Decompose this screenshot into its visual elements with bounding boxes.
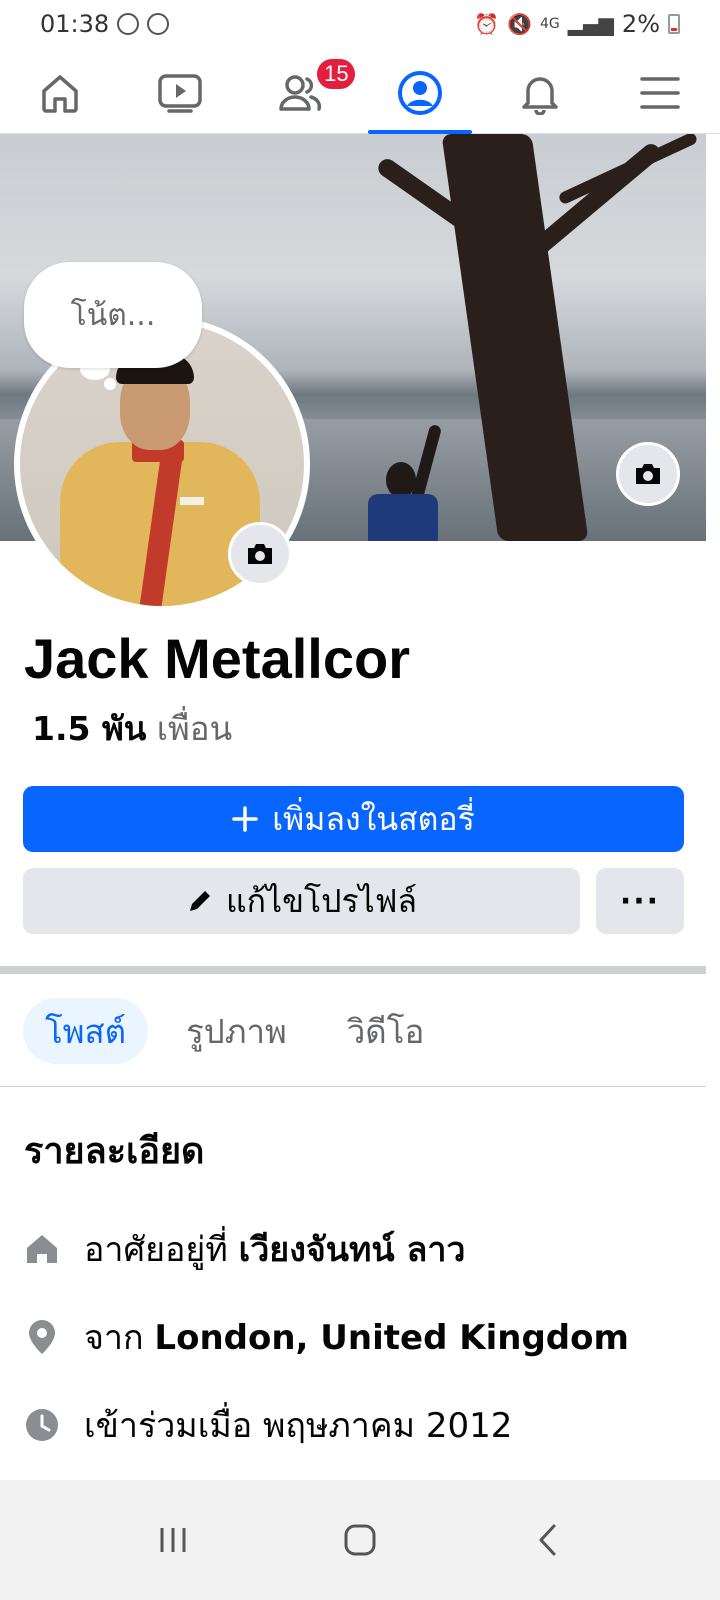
friends-count[interactable]: 1.5 พัน เพื่อน: [32, 702, 232, 755]
change-profile-picture-button[interactable]: [228, 522, 292, 586]
plus-icon: [232, 806, 258, 832]
tab-posts[interactable]: โพสต์: [23, 998, 149, 1064]
from-prefix: จาก: [84, 1318, 144, 1358]
signal-icon: ▂▄▆: [567, 12, 614, 36]
tabs-divider: [0, 1086, 706, 1087]
profile-name: Jack Metallcor: [24, 627, 410, 690]
pencil-icon: [189, 891, 210, 911]
recent-apps-button[interactable]: [133, 1500, 213, 1580]
menu-icon: [640, 76, 680, 109]
note-text: โน้ต...: [70, 297, 156, 333]
system-navigation-bar: [0, 1480, 720, 1600]
more-icon: ···: [619, 883, 661, 919]
note-bubble-tail: [104, 378, 116, 390]
nav-menu[interactable]: [600, 52, 720, 133]
whatsapp-icon: [117, 13, 140, 35]
home-icon: [42, 74, 78, 113]
nav-notifications[interactable]: [480, 52, 600, 133]
camera-icon: [636, 464, 660, 484]
mute-icon: 🔇: [507, 12, 532, 36]
home-circle-icon: [344, 1524, 376, 1556]
profile-icon: [398, 70, 442, 115]
cover-branch: [557, 134, 699, 206]
back-button[interactable]: [507, 1500, 587, 1580]
home-filled-icon: [24, 1231, 60, 1267]
edit-profile-label: แก้ไขโปรไฟล์: [225, 881, 417, 920]
nav-friends[interactable]: 15: [240, 52, 360, 133]
tab-photos[interactable]: รูปภาพ: [164, 998, 309, 1064]
add-to-story-button[interactable]: เพิ่มลงในสตอรี่: [23, 786, 684, 852]
bell-icon: [522, 76, 558, 115]
status-bar: 01:38 ⏰ 🔇 4G ▂▄▆ 2%: [0, 0, 720, 48]
battery-icon: [668, 14, 680, 34]
alarm-icon: ⏰: [474, 12, 500, 36]
friends-number: 1.5 พัน: [32, 709, 147, 748]
friend-requests-badge: 15: [314, 56, 359, 92]
network-type: 4G: [540, 16, 560, 32]
recent-apps-icon: [160, 1528, 186, 1552]
status-time: 01:38: [40, 10, 110, 38]
profile-tabs: โพสต์ รูปภาพ วิดีโอ: [23, 998, 446, 1064]
detail-joined: เข้าร่วมเมื่อ พฤษภาคม 2012: [24, 1398, 512, 1452]
section-divider: [0, 966, 706, 974]
home-system-button[interactable]: [320, 1500, 400, 1580]
clock-icon: [24, 1407, 60, 1443]
detail-from: จาก London, United Kingdom: [24, 1310, 629, 1364]
joined-text: เข้าร่วมเมื่อ พฤษภาคม 2012: [84, 1406, 513, 1446]
more-options-button[interactable]: ···: [596, 868, 684, 934]
video-icon: [158, 73, 202, 113]
note-bubble[interactable]: โน้ต...: [24, 262, 202, 368]
edit-profile-button[interactable]: แก้ไขโปรไฟล์: [23, 868, 580, 934]
lives-value[interactable]: เวียงจันทน์ ลาว: [239, 1230, 466, 1270]
from-value[interactable]: London, United Kingdom: [154, 1318, 629, 1358]
battery-percent: 2%: [621, 10, 660, 38]
back-chevron-icon: [539, 1524, 556, 1556]
nav-home[interactable]: [0, 52, 120, 133]
details-heading: รายละเอียด: [24, 1131, 205, 1172]
sync-icon: [147, 13, 170, 35]
tab-videos[interactable]: วิดีโอ: [325, 998, 447, 1064]
top-navigation: 15: [0, 52, 720, 134]
location-pin-icon: [24, 1319, 60, 1355]
nav-video[interactable]: [120, 52, 240, 133]
cover-person: [368, 423, 443, 541]
nav-profile[interactable]: [360, 52, 480, 134]
lives-prefix: อาศัยอยู่ที่: [84, 1230, 228, 1270]
camera-icon: [248, 544, 272, 564]
detail-lives-in: อาศัยอยู่ที่ เวียงจันทน์ ลาว: [24, 1222, 466, 1276]
add-story-label: เพิ่มลงในสตอรี่: [272, 799, 475, 838]
friends-label: เพื่อน: [156, 709, 233, 748]
change-cover-button[interactable]: [616, 442, 680, 506]
